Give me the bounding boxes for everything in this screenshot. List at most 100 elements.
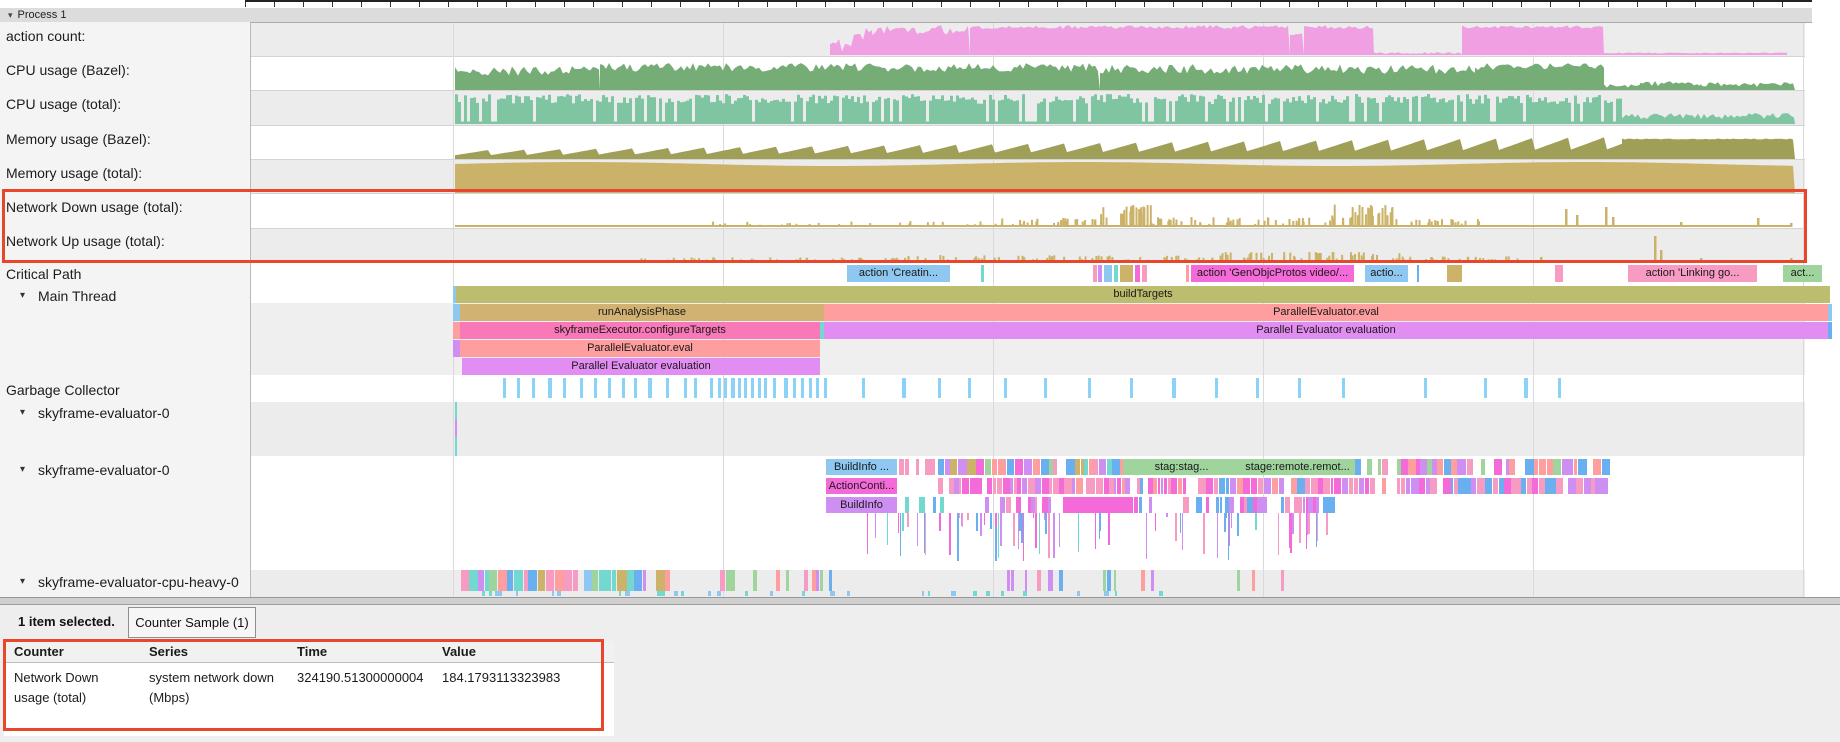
counter-chart-network-down-usage-total[interactable] [251,194,1805,227]
activity-sliver[interactable] [1416,459,1419,475]
activity-sliver[interactable] [1291,478,1297,494]
activity-sliver[interactable] [1226,478,1229,494]
track-label-memory-usage-bazel[interactable]: Memory usage (Bazel): [6,131,151,147]
activity-sliver[interactable] [1419,478,1425,494]
gc-event-tick[interactable] [1172,378,1176,398]
activity-sliver[interactable] [1427,459,1431,475]
activity-sliver[interactable] [899,459,904,475]
gc-event-tick[interactable] [710,378,713,398]
evaluator-slice[interactable]: ActionConti... [826,478,897,494]
activity-sliver[interactable] [1247,497,1253,513]
activity-sliver[interactable] [1457,459,1466,475]
activity-sliver[interactable] [726,570,731,591]
gc-event-tick[interactable] [862,378,865,398]
activity-sliver[interactable] [745,591,749,596]
activity-sliver[interactable] [992,459,998,475]
activity-sliver[interactable] [1525,459,1534,475]
activity-sliver[interactable] [1005,478,1009,494]
activity-sliver[interactable] [1017,478,1021,494]
activity-sliver[interactable] [1602,459,1611,475]
main-thread-slice[interactable]: Parallel Evaluator evaluation [824,322,1828,339]
activity-sliver[interactable] [1562,459,1566,475]
activity-sliver[interactable] [599,570,604,591]
activity-sliver[interactable] [1000,497,1005,513]
collapse-arrow-icon[interactable]: ▾ [8,10,13,20]
activity-sliver[interactable] [681,591,684,596]
gc-event-tick[interactable] [1342,378,1345,398]
activity-sliver[interactable] [1354,478,1358,494]
activity-sliver[interactable] [1028,478,1035,494]
activity-sliver[interactable] [1493,478,1498,494]
activity-sliver[interactable] [1576,478,1583,494]
activity-sliver[interactable] [717,591,721,596]
activity-sliver[interactable] [498,591,501,596]
activity-sliver[interactable] [1521,478,1526,494]
activity-sliver[interactable] [1107,570,1111,591]
collapse-arrow-icon[interactable]: ▾ [20,407,25,418]
gc-event-tick[interactable] [816,378,819,398]
activity-sliver[interactable] [1406,478,1411,494]
counter-chart-action-count[interactable] [251,22,1805,55]
activity-sliver[interactable] [1237,478,1243,494]
gc-event-tick[interactable] [758,378,761,398]
col-counter[interactable]: Counter [4,641,139,663]
gc-event-tick[interactable] [594,378,597,398]
activity-sliver[interactable] [1437,459,1443,475]
activity-sliver[interactable] [1037,570,1041,591]
activity-sliver[interactable] [1578,459,1587,475]
activity-sliver[interactable] [1096,478,1103,494]
gc-event-tick[interactable] [1558,378,1561,398]
activity-sliver[interactable] [1022,478,1028,494]
activity-sliver[interactable] [498,570,507,591]
track-label-action-count[interactable]: action count: [6,28,85,44]
gc-event-tick[interactable] [548,378,552,398]
critical-path-slice[interactable] [1447,265,1462,282]
collapse-arrow-icon[interactable]: ▾ [20,464,25,475]
activity-sliver[interactable] [469,570,477,591]
activity-sliver[interactable] [1595,478,1603,494]
activity-sliver[interactable] [776,570,781,591]
gc-event-tick[interactable] [608,378,611,398]
gc-event-tick[interactable] [1298,378,1301,398]
activity-sliver[interactable] [1509,459,1515,475]
activity-sliver[interactable] [1134,497,1138,513]
process-header[interactable]: ▾Process 1 [0,8,1812,23]
activity-sliver[interactable] [1104,478,1109,494]
track-label-critical-path[interactable]: Critical Path [6,266,81,282]
activity-sliver[interactable] [1035,497,1037,513]
activity-sliver[interactable] [1094,459,1098,475]
critical-path-slice[interactable] [1186,265,1189,282]
activity-sliver[interactable] [604,570,611,591]
main-thread-slice[interactable]: buildTargets [456,286,1830,303]
activity-sliver[interactable] [1141,570,1145,591]
gc-event-tick[interactable] [773,378,776,398]
gc-event-tick[interactable] [718,378,721,398]
track-label-cpu-usage-bazel[interactable]: CPU usage (Bazel): [6,62,130,78]
critical-path-slice[interactable] [1417,265,1419,282]
activity-sliver[interactable] [820,570,823,591]
main-thread-slice[interactable]: runAnalysisPhase [460,304,824,321]
activity-sliver[interactable] [674,591,678,596]
activity-sliver[interactable] [1574,459,1578,475]
critical-path-slice[interactable]: action 'Linking go... [1628,265,1757,282]
activity-sliver[interactable] [829,570,833,591]
activity-sliver[interactable] [1556,478,1563,494]
activity-sliver[interactable] [1420,459,1427,475]
gc-event-tick[interactable] [738,378,741,398]
activity-sliver[interactable] [1443,478,1450,494]
activity-sliver[interactable] [1089,459,1094,475]
activity-sliver[interactable] [612,570,616,591]
activity-sliver[interactable] [916,459,919,475]
gc-event-tick[interactable] [503,378,506,398]
activity-sliver[interactable] [1064,478,1071,494]
main-thread-slice[interactable] [1828,322,1832,339]
activity-sliver[interactable] [1263,497,1267,513]
activity-sliver[interactable] [1206,497,1210,513]
activity-sliver[interactable] [1042,497,1048,513]
activity-sliver[interactable] [627,570,634,591]
activity-sliver[interactable] [1258,478,1264,494]
track-label-main-thread[interactable]: ▾Main Thread [38,288,116,304]
activity-sliver[interactable] [1066,459,1075,475]
collapse-arrow-icon[interactable]: ▾ [20,576,25,587]
activity-sliver[interactable] [1206,478,1213,494]
